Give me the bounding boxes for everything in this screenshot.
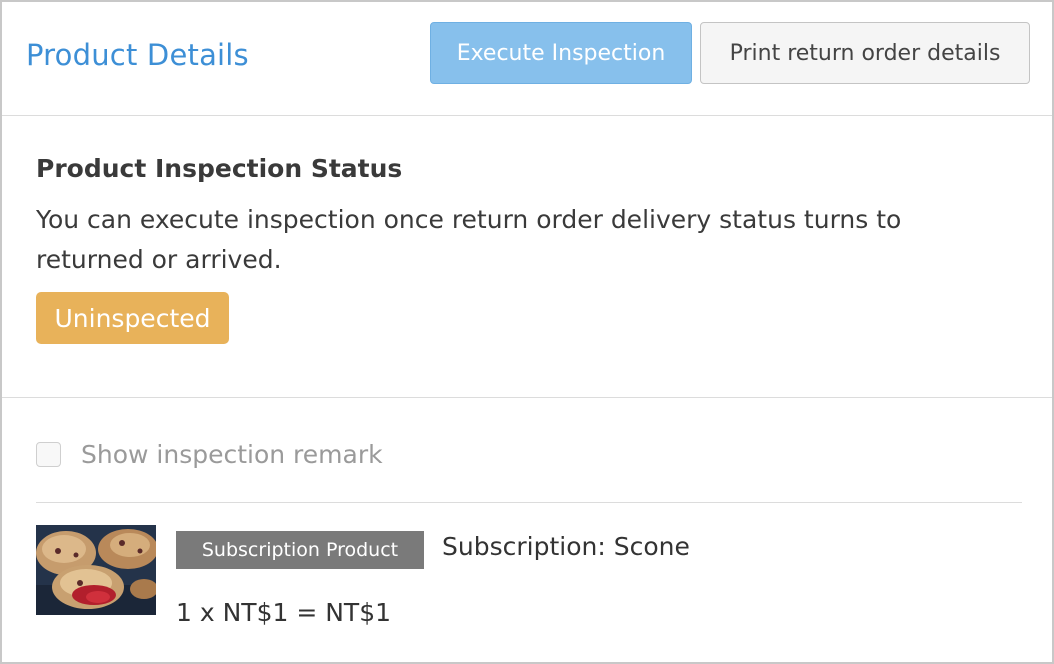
show-remark-label[interactable]: Show inspection remark [81, 440, 383, 469]
product-details-panel: Product Details Execute Inspection Print… [0, 0, 1054, 664]
section-divider [36, 502, 1022, 503]
product-price-line: 1 x NT$1 = NT$1 [176, 598, 392, 627]
show-remark-checkbox[interactable] [36, 441, 61, 467]
product-image [36, 525, 156, 615]
execute-inspection-button[interactable]: Execute Inspection [430, 22, 692, 84]
inspection-status-description: You can execute inspection once return o… [36, 205, 902, 274]
subscription-product-badge: Subscription Product [176, 531, 424, 569]
show-remark-row[interactable]: Show inspection remark [36, 436, 536, 472]
status-badge: Uninspected [36, 292, 229, 344]
page-title: Product Details [26, 38, 249, 72]
inspection-status-section: Product Inspection Status You can execut… [2, 116, 1052, 398]
product-name: Subscription: Scone [442, 532, 690, 561]
panel-header: Product Details Execute Inspection Print… [2, 2, 1052, 116]
scone-photo-icon [36, 525, 156, 615]
inspection-status-heading: Product Inspection Status [36, 154, 403, 183]
print-return-order-button[interactable]: Print return order details [700, 22, 1030, 84]
